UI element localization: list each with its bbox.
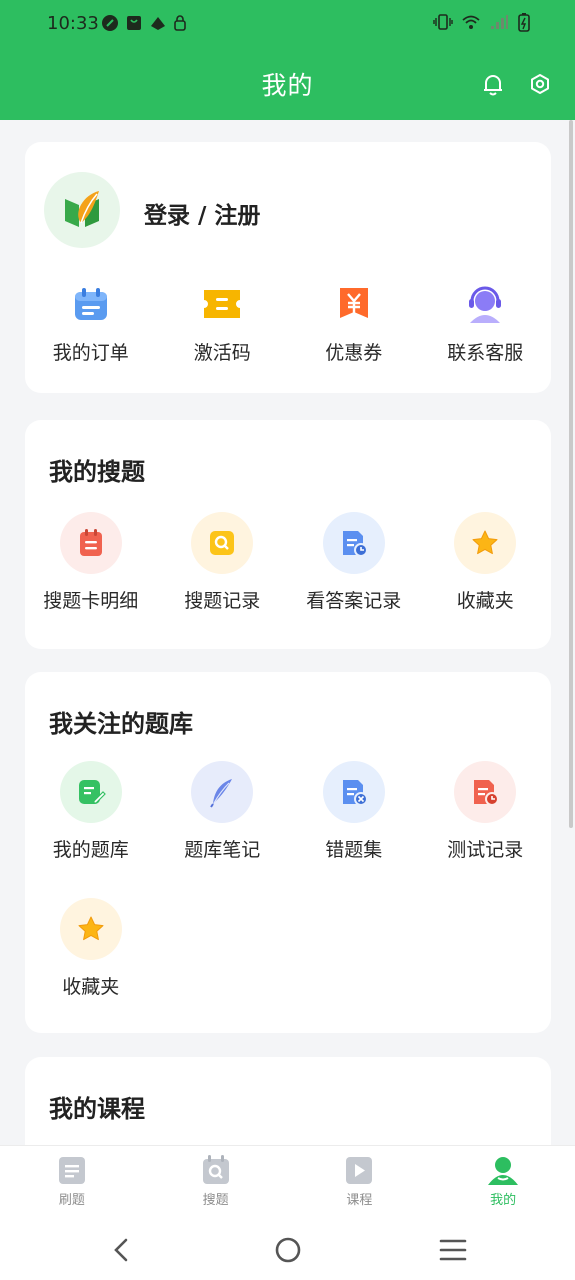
login-card: 登录 / 注册 我的订单 激活码 优惠券 联系客服 xyxy=(25,142,551,393)
status-time: 10:33 xyxy=(47,13,99,34)
item-label: 收藏夹 xyxy=(62,976,120,998)
quick-label: 激活码 xyxy=(193,342,251,364)
item-label: 收藏夹 xyxy=(456,590,514,612)
card-detail-icon xyxy=(59,512,122,574)
calendar-order-icon xyxy=(69,282,113,326)
wifi-icon xyxy=(462,15,480,29)
star-icon xyxy=(454,512,517,574)
headset-icon xyxy=(463,282,507,326)
home-icon[interactable] xyxy=(274,1236,302,1264)
my-orders-button[interactable]: 我的订单 xyxy=(25,282,157,365)
tab-label: 课程 xyxy=(346,1193,373,1208)
login-register-link[interactable]: 登录 / 注册 xyxy=(144,196,260,230)
quick-label: 联系客服 xyxy=(447,342,524,364)
doc-tab-icon xyxy=(58,1157,85,1184)
tab-courses[interactable]: 课程 xyxy=(288,1146,432,1219)
play-tab-icon xyxy=(346,1157,373,1184)
bell-icon[interactable] xyxy=(480,71,506,97)
section-title: 我的课程 xyxy=(49,1095,145,1123)
search-tab-icon xyxy=(202,1155,229,1184)
item-label: 题库笔记 xyxy=(184,839,261,861)
wrong-questions-button[interactable]: 错题集 xyxy=(288,761,420,862)
bank-items-row1: 我的题库 题库笔记 错题集 测试记录 xyxy=(25,761,551,862)
battery-icon xyxy=(518,13,530,32)
item-label: 我的题库 xyxy=(52,839,129,861)
tab-me[interactable]: 我的 xyxy=(431,1146,575,1219)
wrong-doc-icon xyxy=(322,761,385,823)
contact-service-button[interactable]: 联系客服 xyxy=(420,282,552,365)
section-title: 我的搜题 xyxy=(49,458,145,486)
user-tab-icon xyxy=(488,1157,519,1185)
menu-icon[interactable] xyxy=(439,1237,467,1263)
status-bar: 10:33 xyxy=(0,0,575,48)
test-record-icon xyxy=(454,761,517,823)
coupon-button[interactable]: 优惠券 xyxy=(288,282,420,365)
answer-record-button[interactable]: 看答案记录 xyxy=(288,512,420,613)
quick-actions: 我的订单 激活码 优惠券 联系客服 xyxy=(25,282,551,365)
item-label: 测试记录 xyxy=(447,839,524,861)
ticket-icon xyxy=(200,282,244,326)
item-label: 看答案记录 xyxy=(306,590,402,612)
header-bar: 我的 xyxy=(0,48,575,120)
test-record-button[interactable]: 测试记录 xyxy=(420,761,552,862)
avatar[interactable] xyxy=(44,172,120,248)
tab-search[interactable]: 搜题 xyxy=(144,1146,288,1219)
bank-items-row2: 收藏夹 xyxy=(25,898,551,999)
bank-favorites-button[interactable]: 收藏夹 xyxy=(25,898,157,999)
gear-icon[interactable] xyxy=(527,71,553,97)
my-bank-button[interactable]: 我的题库 xyxy=(25,761,157,862)
back-icon[interactable] xyxy=(110,1238,132,1262)
notification-icons xyxy=(101,14,187,32)
bottom-tab-bar: 刷题 搜题 课程 我的 xyxy=(0,1145,575,1219)
search-card-detail-button[interactable]: 搜题卡明细 xyxy=(25,512,157,613)
edit-doc-icon xyxy=(59,761,122,823)
system-nav-bar xyxy=(0,1218,575,1280)
star-icon xyxy=(59,898,122,960)
feather-icon xyxy=(191,761,254,823)
vibrate-icon xyxy=(433,14,453,30)
system-icons xyxy=(433,12,531,32)
search-section-card: 我的搜题 搜题卡明细 搜题记录 看答案记录 收藏夹 xyxy=(25,420,551,649)
answer-record-icon xyxy=(322,512,385,574)
bag-notification-icon xyxy=(127,16,141,30)
search-record-icon xyxy=(191,512,254,574)
search-items: 搜题卡明细 搜题记录 看答案记录 收藏夹 xyxy=(25,512,551,613)
item-label: 搜题卡明细 xyxy=(43,590,139,612)
activation-code-button[interactable]: 激活码 xyxy=(157,282,289,365)
coupon-icon xyxy=(332,282,376,326)
app-notification-icon xyxy=(102,15,118,31)
bank-section-card: 我关注的题库 我的题库 题库笔记 错题集 测试记录 收藏夹 xyxy=(25,672,551,1033)
item-label: 错题集 xyxy=(325,839,383,861)
app-logo-icon xyxy=(65,191,99,227)
tab-practice[interactable]: 刷题 xyxy=(0,1146,144,1219)
mail-notification-icon xyxy=(151,17,165,30)
bank-notes-button[interactable]: 题库笔记 xyxy=(157,761,289,862)
search-record-button[interactable]: 搜题记录 xyxy=(157,512,289,613)
lock-notification-icon xyxy=(174,15,186,31)
quick-label: 优惠券 xyxy=(325,342,383,364)
tab-label: 我的 xyxy=(490,1193,517,1208)
item-label: 搜题记录 xyxy=(184,590,261,612)
tab-label: 搜题 xyxy=(202,1193,229,1208)
tab-label: 刷题 xyxy=(58,1193,85,1208)
signal-icon xyxy=(491,15,508,29)
section-title: 我关注的题库 xyxy=(49,710,193,738)
favorites-button[interactable]: 收藏夹 xyxy=(420,512,552,613)
quick-label: 我的订单 xyxy=(52,342,129,364)
scrollbar[interactable] xyxy=(569,120,573,828)
